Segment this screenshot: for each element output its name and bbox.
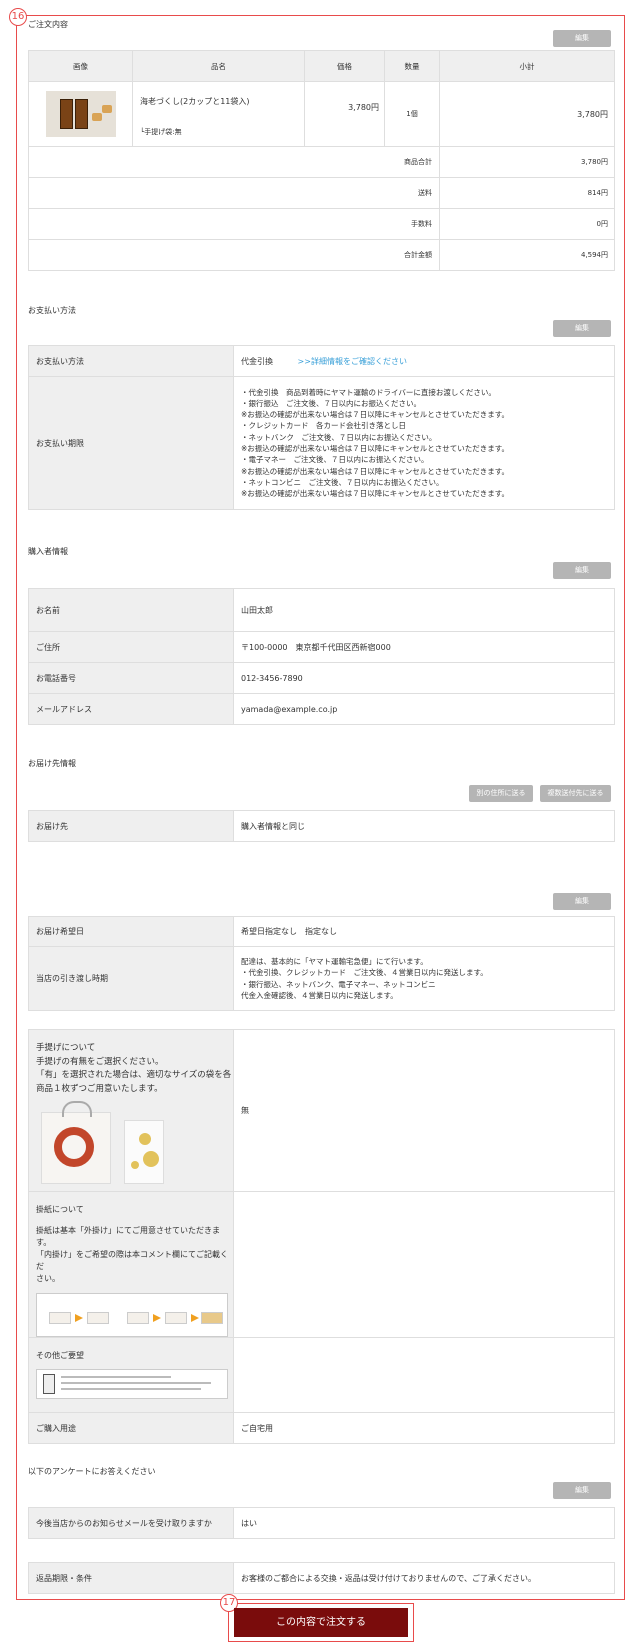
payment-deadline-notes: ・代金引換 商品到着時にヤマト運輸のドライバーに直接お渡しください。 ・銀行振込… xyxy=(233,376,615,510)
delivery-edit-button[interactable]: 編集 xyxy=(553,893,611,910)
header-subtotal: 小計 xyxy=(439,50,615,82)
buyer-row: メールアドレス yamada@example.co.jp xyxy=(28,693,615,725)
order-edit-button[interactable]: 編集 xyxy=(553,30,611,47)
buyer-edit-button[interactable]: 編集 xyxy=(553,562,611,579)
buyer-address: 〒100-0000 東京都千代田区西新宿000 xyxy=(233,631,615,663)
header-qty: 数量 xyxy=(384,50,440,82)
buyer-name: 山田太郎 xyxy=(233,588,615,632)
payment-detail-link[interactable]: >>詳細情報をご確認ください xyxy=(298,357,407,366)
bag-sample-image xyxy=(36,1101,176,1184)
returns-value: お客様のご都合による交換・返品は受け付けておりませんので、ご了承ください。 xyxy=(233,1562,615,1594)
survey-answer: はい xyxy=(233,1507,615,1539)
item-option: └手提げ袋:無 xyxy=(140,127,182,136)
bag-value: 無 xyxy=(233,1029,615,1192)
buyer-row: お名前 山田太郎 xyxy=(28,588,615,632)
buyer-row: ご住所 〒100-0000 東京都千代田区西新宿000 xyxy=(28,631,615,663)
delivery-table: お届け希望日 希望日指定なし 指定なし 当店の引き渡し時期 配達は、基本的に「ヤ… xyxy=(28,916,615,1011)
payment-method-cell: 代金引換 >>詳細情報をご確認ください xyxy=(233,345,615,377)
order-section-title: ご注文内容 xyxy=(28,20,68,29)
returns-row: 返品期限・条件 お客様のご都合による交換・返品は受け付けておりませんので、ご了承… xyxy=(28,1562,615,1594)
returns-label: 返品期限・条件 xyxy=(28,1562,234,1594)
other-address-button[interactable]: 別の住所に送る xyxy=(469,785,533,802)
place-order-button[interactable]: この内容で注文する xyxy=(234,1608,408,1637)
header-price: 価格 xyxy=(304,50,385,82)
item-name: 海老づくし(2カップと11袋入) xyxy=(140,96,250,106)
shipping-timing-row: 当店の引き渡し時期 配達は、基本的に「ヤマト運輸宅急便」にて行います。 ・代金引… xyxy=(28,946,615,1011)
purpose-value: ご自宅用 xyxy=(233,1412,615,1444)
survey-section-title: 以下のアンケートにお答えください xyxy=(28,1467,156,1476)
delivery-section-title: お届け先情報 xyxy=(28,759,76,768)
request-row: その他ご要望 xyxy=(28,1337,615,1413)
buyer-phone: 012-3456-7890 xyxy=(233,662,615,694)
summary-row: 商品合計 3,780円 xyxy=(28,146,615,178)
options-table: 手提げについて 手提げの有無をご選択ください。 「有」を選択された場合は、適切な… xyxy=(28,1029,615,1444)
payment-method-value: 代金引換 xyxy=(241,356,273,366)
paper-title: 掛紙について xyxy=(36,1205,84,1214)
shipping-timing-notes: 配達は、基本的に「ヤマト運輸宅急便」にて行います。 ・代金引換、クレジットカード… xyxy=(233,946,615,1011)
item-price: 3,780円 xyxy=(304,81,385,147)
order-item-row: 海老づくし(2カップと11袋入) └手提げ袋:無 3,780円 1個 3,780… xyxy=(28,81,615,147)
survey-row: 今後当店からのお知らせメールを受け取りますか はい xyxy=(28,1507,615,1539)
payment-method-row: お支払い方法 代金引換 >>詳細情報をご確認ください xyxy=(28,345,615,377)
bag-row: 手提げについて 手提げの有無をご選択ください。 「有」を選択された場合は、適切な… xyxy=(28,1029,615,1192)
buyer-table: お名前 山田太郎 ご住所 〒100-0000 東京都千代田区西新宿000 お電話… xyxy=(28,588,615,725)
purpose-row: ご購入用途 ご自宅用 xyxy=(28,1412,615,1444)
shipping-timing-label: 当店の引き渡し時期 xyxy=(28,946,234,1011)
delivery-date-row: お届け希望日 希望日指定なし 指定なし xyxy=(28,916,615,947)
purpose-label: ご購入用途 xyxy=(28,1412,234,1444)
survey-edit-button[interactable]: 編集 xyxy=(553,1482,611,1499)
item-name-cell: 海老づくし(2カップと11袋入) └手提げ袋:無 xyxy=(132,81,305,147)
destination-table: お届け先 購入者情報と同じ xyxy=(28,810,615,842)
destination-label: お届け先 xyxy=(28,810,234,842)
payment-deadline-row: お支払い期限 ・代金引換 商品到着時にヤマト運輸のドライバーに直接お渡しください… xyxy=(28,376,615,510)
paper-sample-image xyxy=(36,1293,228,1337)
delivery-date-value: 希望日指定なし 指定なし xyxy=(233,916,615,947)
delivery-date-label: お届け希望日 xyxy=(28,916,234,947)
destination-value: 購入者情報と同じ xyxy=(233,810,615,842)
multiple-destinations-button[interactable]: 複数送付先に送る xyxy=(540,785,611,802)
paper-row: 掛紙について 掛紙は基本「外掛け」にてご用意させていただきます。 「内掛け」をご… xyxy=(28,1191,615,1338)
summary-row: 合計金額 4,594円 xyxy=(28,239,615,271)
payment-table: お支払い方法 代金引換 >>詳細情報をご確認ください お支払い期限 ・代金引換 … xyxy=(28,345,615,510)
buyer-section-title: 購入者情報 xyxy=(28,547,68,556)
item-subtotal: 3,780円 xyxy=(439,81,615,147)
destination-row: お届け先 購入者情報と同じ xyxy=(28,810,615,842)
payment-edit-button[interactable]: 編集 xyxy=(553,320,611,337)
callout-16: 16 xyxy=(9,8,27,26)
product-image xyxy=(45,91,116,137)
survey-table: 今後当店からのお知らせメールを受け取りますか はい xyxy=(28,1507,615,1539)
item-qty: 1個 xyxy=(384,81,440,147)
summary-row: 手数料 0円 xyxy=(28,208,615,240)
request-info-cell: その他ご要望 xyxy=(28,1337,234,1413)
buyer-row: お電話番号 012-3456-7890 xyxy=(28,662,615,694)
order-header-row: 画像 品名 価格 数量 小計 xyxy=(28,50,615,82)
bag-info-cell: 手提げについて 手提げの有無をご選択ください。 「有」を選択された場合は、適切な… xyxy=(28,1029,234,1192)
payment-method-label: お支払い方法 xyxy=(28,345,234,377)
header-image: 画像 xyxy=(28,50,133,82)
paper-value xyxy=(233,1191,615,1338)
payment-section-title: お支払い方法 xyxy=(28,306,76,315)
payment-deadline-label: お支払い期限 xyxy=(28,376,234,510)
buyer-email: yamada@example.co.jp xyxy=(233,693,615,725)
returns-table: 返品期限・条件 お客様のご都合による交換・返品は受け付けておりませんので、ご了承… xyxy=(28,1562,615,1594)
request-title: その他ご要望 xyxy=(36,1351,84,1360)
summary-row: 送料 814円 xyxy=(28,177,615,209)
order-table: 画像 品名 価格 数量 小計 海老づくし(2カップと11袋入) └手提げ袋:無 … xyxy=(28,50,615,271)
survey-question: 今後当店からのお知らせメールを受け取りますか xyxy=(28,1507,234,1539)
item-image-cell xyxy=(28,81,133,147)
header-name: 品名 xyxy=(132,50,305,82)
request-sample-image xyxy=(36,1369,228,1399)
request-value xyxy=(233,1337,615,1413)
paper-info-cell: 掛紙について 掛紙は基本「外掛け」にてご用意させていただきます。 「内掛け」をご… xyxy=(28,1191,234,1338)
